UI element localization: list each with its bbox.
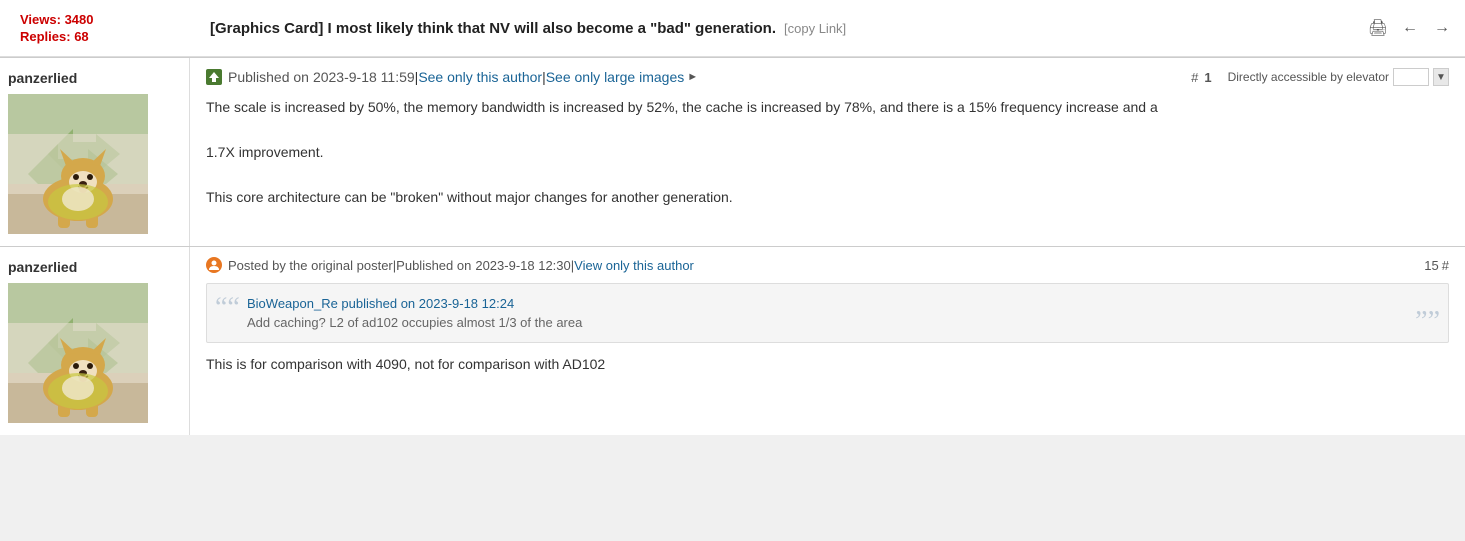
upload-svg-icon bbox=[206, 69, 222, 85]
post2-meta-bar: Posted by the original poster | Publishe… bbox=[206, 257, 1449, 273]
post1-num-hash: # bbox=[1191, 70, 1198, 85]
post2-published-date: 2023-9-18 12:30 bbox=[475, 258, 570, 273]
post2-content-col: Posted by the original poster | Publishe… bbox=[190, 247, 1465, 435]
replies-stat: Replies: 68 bbox=[20, 29, 89, 44]
views-label: Views: bbox=[20, 12, 61, 27]
see-only-this-author-link[interactable]: See only this author bbox=[418, 69, 542, 85]
quote-author-link[interactable]: BioWeapon_Re published on 2023-9-18 12:2… bbox=[247, 296, 514, 311]
post2-num-hash: # bbox=[1442, 258, 1449, 273]
print-icon[interactable]: 🖨 bbox=[1367, 17, 1389, 39]
back-icon[interactable]: ← bbox=[1399, 17, 1421, 39]
forward-icon[interactable]: → bbox=[1431, 17, 1453, 39]
elevator-down-btn[interactable]: ▼ bbox=[1433, 68, 1449, 86]
post1-published-date: 2023-9-18 11:59 bbox=[313, 69, 415, 85]
stats-col: Views: 3480 Replies: 68 bbox=[12, 8, 202, 48]
post2-published-label: Published on bbox=[396, 258, 471, 273]
post1-avatar bbox=[8, 94, 148, 234]
views-stat: Views: 3480 bbox=[20, 12, 94, 27]
post2-author-name: panzerlied bbox=[8, 259, 181, 275]
post1-right-area: # 1 Directly accessible by elevator ▼ bbox=[1191, 68, 1449, 86]
post1-content-col: Published on 2023-9-18 11:59 | See only … bbox=[190, 58, 1465, 246]
post1-published-label: Published on bbox=[228, 69, 309, 85]
images-arrow-icon: ► bbox=[687, 71, 698, 83]
post2-avatar-svg bbox=[8, 283, 148, 423]
post1-body-line1: The scale is increased by 50%, the memor… bbox=[206, 96, 1449, 118]
op-icon bbox=[206, 257, 222, 273]
thread-title-area: [Graphics Card] I most likely think that… bbox=[210, 20, 1359, 37]
elevator-label: Directly accessible by elevator bbox=[1228, 70, 1389, 84]
copy-link-button[interactable]: [copy Link] bbox=[784, 21, 846, 36]
upload-icon bbox=[206, 69, 222, 85]
post1-meta-bar: Published on 2023-9-18 11:59 | See only … bbox=[206, 68, 1449, 86]
post2-avatar bbox=[8, 283, 148, 423]
thread-header: Views: 3480 Replies: 68 [Graphics Card] … bbox=[0, 0, 1465, 57]
post-row-2: panzerlied bbox=[0, 246, 1465, 435]
post2-quote-block: BioWeapon_Re published on 2023-9-18 12:2… bbox=[206, 283, 1449, 343]
elevator-input[interactable] bbox=[1393, 68, 1429, 86]
page-wrapper: Views: 3480 Replies: 68 [Graphics Card] … bbox=[0, 0, 1465, 435]
see-only-large-images-toggle[interactable]: See only large images ► bbox=[546, 69, 698, 85]
replies-value: 68 bbox=[74, 29, 88, 44]
thread-title: [Graphics Card] I most likely think that… bbox=[210, 20, 776, 37]
post1-body-line3: This core architecture can be "broken" w… bbox=[206, 186, 1449, 208]
post1-author-col: panzerlied bbox=[0, 58, 190, 246]
header-icons: 🖨 ← → bbox=[1367, 17, 1453, 39]
elevator-area: Directly accessible by elevator ▼ bbox=[1228, 68, 1449, 86]
views-value: 3480 bbox=[65, 12, 94, 27]
post1-num-value: 1 bbox=[1204, 70, 1211, 85]
person-svg-icon bbox=[209, 260, 219, 270]
post1-author-name: panzerlied bbox=[8, 70, 181, 86]
post1-body-line2: 1.7X improvement. bbox=[206, 141, 1449, 163]
see-only-images-label: See only large images bbox=[546, 69, 685, 85]
post2-num-value: 15 bbox=[1424, 258, 1438, 273]
replies-label: Replies: bbox=[20, 29, 71, 44]
post1-avatar-svg bbox=[8, 94, 148, 234]
post-row-1: panzerlied bbox=[0, 57, 1465, 246]
post2-op-label: Posted by the original poster bbox=[228, 258, 393, 273]
quote-text: Add caching? L2 of ad102 occupies almost… bbox=[247, 315, 1428, 330]
view-only-this-author-link[interactable]: View only this author bbox=[574, 258, 694, 273]
post1-body: The scale is increased by 50%, the memor… bbox=[206, 96, 1449, 208]
post2-author-col: panzerlied bbox=[0, 247, 190, 435]
post2-right-area: 15 # bbox=[1424, 258, 1449, 273]
post2-body-text: This is for comparison with 4090, not fo… bbox=[206, 353, 1449, 375]
post2-body: This is for comparison with 4090, not fo… bbox=[206, 353, 1449, 375]
